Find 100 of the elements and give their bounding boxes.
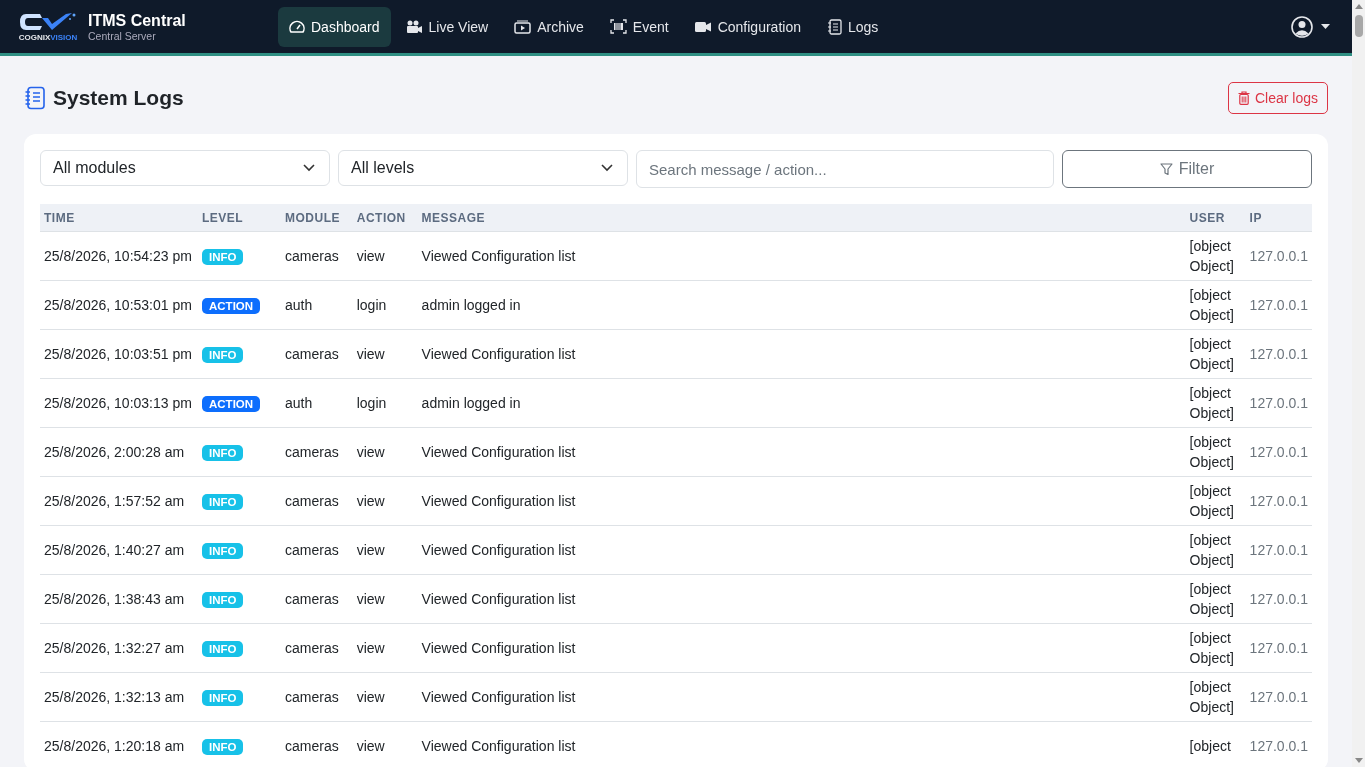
table-cell: 127.0.0.1 [1245,280,1312,330]
table-cell: Viewed Configuration list [417,427,1186,477]
scrollbar-thumb[interactable] [1354,15,1363,37]
table-cell: [object Object] [1185,378,1246,428]
gauge-icon [289,19,305,34]
table-cell: admin logged in [417,378,1186,428]
table-cell: auth [281,280,353,330]
table-cell: view [352,525,418,575]
play-box-icon [514,19,532,34]
table-cell: view [352,231,418,281]
clear-logs-button[interactable]: Clear logs [1227,82,1328,114]
column-header: USER [1185,204,1246,232]
table-cell: [object Object] [1185,427,1246,477]
level-select[interactable]: All levels [338,150,628,186]
chevron-down-icon [601,164,613,172]
table-cell: [object Object] [1185,623,1246,673]
table-cell: 25/8/2026, 1:40:27 am [40,525,198,575]
video-camera-icon [694,20,712,33]
table-cell: cameras [281,574,353,624]
table-cell: [object Object] [1185,280,1246,330]
table-cell: cameras [281,672,353,722]
table-cell: 25/8/2026, 10:54:23 pm [40,231,198,281]
table-cell: login [352,378,418,428]
table-cell: cameras [281,329,353,379]
movie-camera-icon [405,19,423,34]
nav-tab[interactable]: Archive [503,6,595,47]
table-cell: Viewed Configuration list [417,672,1186,722]
nav-tab[interactable]: Live View [394,6,500,47]
table-cell: [object Object] [1185,231,1246,281]
table-cell: 127.0.0.1 [1245,623,1312,673]
scroll-down-icon [1354,758,1363,763]
column-header: MODULE [281,204,353,232]
table-cell: Viewed Configuration list [417,574,1186,624]
scroll-up-icon [1354,4,1363,9]
table-cell: 25/8/2026, 1:32:27 am [40,623,198,673]
table-cell: [object Object] [1185,525,1246,575]
level-badge: INFO [202,346,244,363]
nav-tab[interactable]: Configuration [683,6,812,47]
table-cell: 25/8/2026, 1:57:52 am [40,476,198,526]
chevron-down-icon [303,164,315,172]
table-cell: view [352,623,418,673]
scrollbar[interactable] [1352,0,1365,767]
table-cell: 127.0.0.1 [1245,574,1312,624]
level-badge: INFO [202,591,244,608]
table-cell: 25/8/2026, 10:03:51 pm [40,329,198,379]
logo-text: COGNIX [18,33,51,42]
filter-button[interactable]: Filter [1062,150,1312,188]
table-cell: Viewed Configuration list [417,623,1186,673]
column-header: LEVEL [198,204,281,232]
nav-tab[interactable]: Logs [815,6,890,47]
page-title: System Logs [53,86,184,110]
table-cell: [object Object] [1185,672,1246,722]
logo-text: VISION [50,33,78,42]
funnel-icon [1159,162,1173,176]
level-badge: INFO [202,248,244,265]
table-cell: admin logged in [417,280,1186,330]
table-cell: 127.0.0.1 [1245,721,1312,767]
table-cell: [object Object] [1185,476,1246,526]
table-cell: Viewed Configuration list [417,476,1186,526]
search-field[interactable]: Search message / action... [636,150,1054,188]
table-cell: 127.0.0.1 [1245,476,1312,526]
level-badge: INFO [202,689,244,706]
table-cell: 127.0.0.1 [1245,427,1312,477]
table-cell: cameras [281,721,353,767]
table-cell: 25/8/2026, 10:03:13 pm [40,378,198,428]
nav-tab[interactable]: Dashboard [278,6,391,47]
table-cell: 127.0.0.1 [1245,231,1312,281]
table-cell: [object Object] [1185,329,1246,379]
level-badge: ACTION [202,395,261,412]
table-cell: cameras [281,525,353,575]
logo-icon [18,11,78,33]
table-cell: view [352,476,418,526]
column-header: MESSAGE [417,204,1186,232]
table-cell: view [352,574,418,624]
table-cell: login [352,280,418,330]
level-badge: INFO [202,444,244,461]
table-cell: [object [1185,721,1246,767]
nav-tab[interactable]: Event [598,6,680,47]
app-title: ITMS Central [88,11,186,30]
table-cell: auth [281,378,353,428]
notebook-icon [826,18,842,35]
table-cell: [object Object] [1185,574,1246,624]
caret-icon [1321,24,1330,29]
level-badge: ACTION [202,297,261,314]
table-cell: Viewed Configuration list [417,721,1186,767]
table-cell: 25/8/2026, 2:00:28 am [40,427,198,477]
table-cell: 127.0.0.1 [1245,525,1312,575]
table-cell: cameras [281,427,353,477]
table-cell: 25/8/2026, 1:20:18 am [40,721,198,767]
table-cell: view [352,672,418,722]
table-cell: 127.0.0.1 [1245,672,1312,722]
level-badge: INFO [202,493,244,510]
user-avatar-icon [1291,15,1313,38]
module-select[interactable]: All modules [40,150,330,186]
table-cell: view [352,329,418,379]
table-cell: cameras [281,476,353,526]
level-badge: INFO [202,738,244,755]
table-cell: 127.0.0.1 [1245,329,1312,379]
table-cell: cameras [281,623,353,673]
table-cell: 127.0.0.1 [1245,378,1312,428]
